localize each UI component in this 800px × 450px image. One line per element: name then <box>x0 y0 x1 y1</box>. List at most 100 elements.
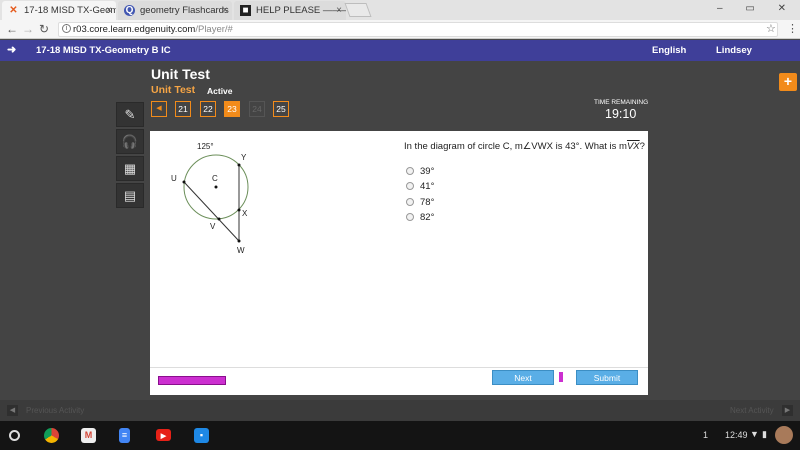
info-icon[interactable]: i <box>62 24 71 33</box>
question-prefix: In the diagram of circle C, m∠VWX is 43°… <box>404 141 627 152</box>
question-arc: VX <box>626 141 640 152</box>
circle-diagram: 125° C U Y X V W <box>171 142 249 255</box>
app-header: ➜ 17-18 MISD TX-Geometry B IC English Li… <box>0 40 800 77</box>
tab-brainly[interactable]: ■ HELP PLEASE ——— × <box>234 1 346 20</box>
calculator-icon: ▦ <box>123 161 137 176</box>
tab-edgenuity[interactable]: ✕ 17-18 MISD TX-Geometry × <box>2 1 116 20</box>
new-tab-button[interactable] <box>344 3 372 17</box>
point-w <box>237 239 241 243</box>
headphones-icon: 🎧 <box>121 134 139 149</box>
timer-value: 19:10 <box>605 107 637 121</box>
point-u <box>182 180 186 184</box>
window-controls[interactable]: – ▭ ✕ <box>717 3 796 14</box>
label-v: V <box>210 222 216 231</box>
scientific-calculator-tool[interactable]: ▤ <box>116 183 144 208</box>
submit-button[interactable]: Submit <box>576 370 638 385</box>
language-selector[interactable]: English <box>652 40 686 61</box>
next-activity-arrow-icon[interactable]: ▶ <box>782 405 793 416</box>
label-x: X <box>242 209 248 218</box>
question-footer: Next Submit <box>150 367 648 395</box>
timer-label: TIME REMAINING <box>594 99 649 106</box>
player-page: Unit Test Unit Test Active + ◀ 21 22 23 … <box>0 61 800 400</box>
label-y: Y <box>241 153 247 162</box>
radio-button[interactable] <box>406 182 414 190</box>
pencil-tool[interactable]: ✎ <box>116 102 144 127</box>
close-icon[interactable]: × <box>222 1 228 20</box>
tab-title: HELP PLEASE ——— <box>256 5 346 16</box>
reload-icon[interactable]: ↻ <box>39 22 49 36</box>
question-card: 125° C U Y X V W In the diagram of circl… <box>150 131 648 367</box>
radio-button[interactable] <box>406 198 414 206</box>
progress-indicator <box>158 376 226 385</box>
quizlet-icon: Q <box>124 5 135 16</box>
docs-icon[interactable]: ≡ <box>119 428 130 443</box>
label-u: U <box>171 174 177 183</box>
answer-label: 78° <box>420 197 435 208</box>
page-title: Unit Test <box>151 66 210 82</box>
wifi-icon[interactable]: ▼ <box>750 429 759 439</box>
tab-title: 17-18 MISD TX-Geometry <box>24 5 116 16</box>
scientific-calculator-icon: ▤ <box>123 188 137 203</box>
prev-activity-link[interactable]: Previous Activity <box>26 400 84 421</box>
next-button[interactable]: Next <box>492 370 554 385</box>
bookmark-star-icon[interactable]: ☆ <box>766 22 776 35</box>
label-c: C <box>212 174 218 183</box>
close-icon[interactable]: × <box>106 1 112 20</box>
activity-subtitle: Unit Test <box>151 84 196 96</box>
pager-item-22[interactable]: 22 <box>200 101 216 117</box>
browser-toolbar: ← → ↻ i r03.core.learn.edgenuity.com/Pla… <box>0 20 800 39</box>
question-suffix: ? <box>639 141 645 152</box>
plus-button[interactable]: + <box>779 73 797 91</box>
course-title[interactable]: 17-18 MISD TX-Geometry B IC <box>36 40 171 61</box>
tab-title: geometry Flashcards | Q <box>140 5 232 16</box>
browser-menu-icon[interactable]: ⋮ <box>787 22 798 35</box>
notification-count[interactable]: 1 <box>703 430 708 440</box>
avatar[interactable] <box>775 426 793 444</box>
battery-icon[interactable]: ▮ <box>762 429 767 440</box>
drag-marker <box>559 372 563 382</box>
url-host: r03.core.learn.edgenuity.com <box>73 24 196 35</box>
launcher-icon[interactable] <box>9 430 20 441</box>
pager-item-25[interactable]: 25 <box>273 101 289 117</box>
radio-button[interactable] <box>406 167 414 175</box>
answer-label: 39° <box>420 166 435 177</box>
next-activity-link[interactable]: Next Activity <box>730 400 774 421</box>
back-to-course-icon[interactable]: ➜ <box>7 40 16 61</box>
youtube-icon[interactable]: ▶ <box>156 429 171 441</box>
pager-prev-button[interactable]: ◀ <box>151 101 167 117</box>
question-text: In the diagram of circle C, m∠VWX is 43°… <box>404 141 645 152</box>
edgenuity-x-icon: ✕ <box>9 5 18 16</box>
answer-label: 82° <box>420 212 435 223</box>
secant-uw <box>183 181 240 242</box>
pager-item-23[interactable]: 23 <box>224 101 240 117</box>
tab-quizlet[interactable]: Q geometry Flashcards | Q × <box>118 1 232 20</box>
pager-item-21[interactable]: 21 <box>175 101 191 117</box>
label-w: W <box>237 246 245 255</box>
audio-tool[interactable]: 🎧 <box>116 129 144 154</box>
calculator-tool[interactable]: ▦ <box>116 156 144 181</box>
point-x <box>237 208 241 212</box>
files-icon[interactable]: ▪ <box>194 428 209 443</box>
point-v <box>217 217 221 221</box>
point-c <box>214 185 218 189</box>
point-y <box>237 163 241 167</box>
url-path: /Player/# <box>195 24 233 35</box>
address-bar[interactable]: i r03.core.learn.edgenuity.com/Player/# <box>58 22 778 37</box>
arc-label: 125° <box>197 142 214 151</box>
answer-label: 41° <box>420 181 435 192</box>
clock[interactable]: 12:49 <box>725 430 748 440</box>
browser-tab-strip: ✕ 17-18 MISD TX-Geometry × Q geometry Fl… <box>0 0 800 20</box>
pager-item-24: 24 <box>249 101 265 117</box>
forward-arrow-icon[interactable]: → <box>22 22 34 36</box>
brainly-icon: ■ <box>240 5 251 16</box>
prev-activity-arrow-icon[interactable]: ◀ <box>7 405 18 416</box>
gmail-icon[interactable]: M <box>81 428 96 443</box>
back-arrow-icon[interactable]: ← <box>6 22 18 36</box>
pencil-icon: ✎ <box>124 107 136 122</box>
status-badge: Active <box>207 86 233 96</box>
close-icon[interactable]: × <box>336 1 342 20</box>
activity-navigation: ◀ Previous Activity Next Activity ▶ <box>0 400 800 421</box>
os-shelf: M ≡ ▶ ▪ 1 12:49 ▼ ▮ <box>0 421 800 450</box>
chrome-icon[interactable] <box>44 428 59 443</box>
radio-button[interactable] <box>406 213 414 221</box>
